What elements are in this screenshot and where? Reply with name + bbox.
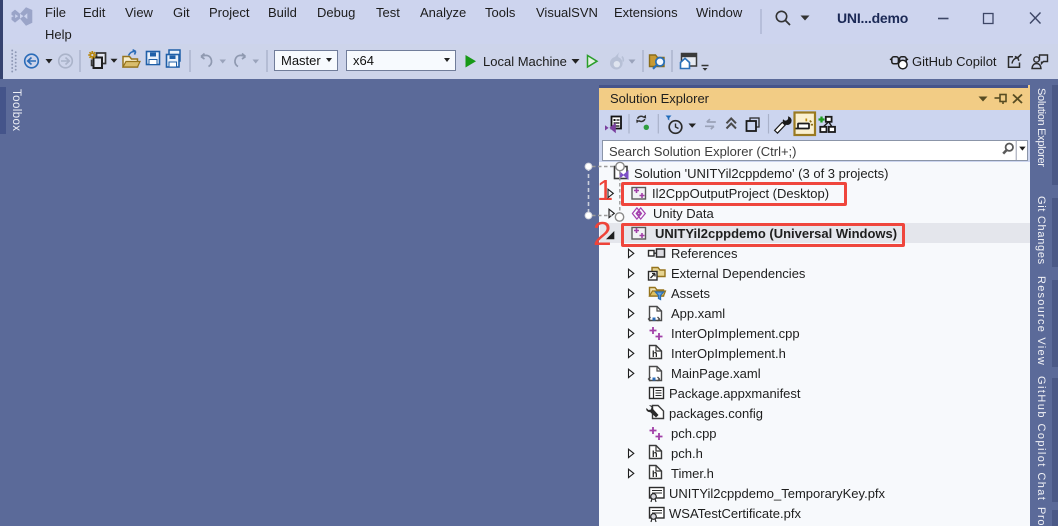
svg-text:h: h xyxy=(652,349,658,359)
svg-text:h: h xyxy=(652,469,658,479)
svg-text:h: h xyxy=(652,449,658,459)
